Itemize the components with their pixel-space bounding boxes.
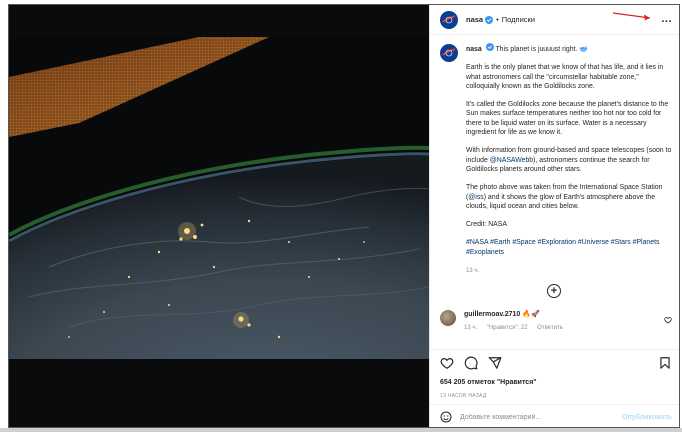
header-username[interactable]: nasa [466,15,483,24]
post-modal: nasa • Подписки ... nasa This planet is … [8,4,680,428]
emoji-icon[interactable] [440,411,452,423]
nasa-logo-icon[interactable] [440,10,458,29]
caption-username[interactable]: nasa [466,46,482,53]
caption-paragraph-3: With information from ground-based and s… [466,146,672,174]
comment-input[interactable] [460,413,622,421]
earth-from-iss-image [9,37,429,359]
photo-panel [9,5,429,427]
caption-paragraph-4: The photo above was taken from the Inter… [466,183,672,211]
share-icon[interactable] [488,356,502,370]
add-comment-bar: Опубликовать [430,404,679,427]
likes-count[interactable]: 654 205 отметок "Нравится" [440,379,537,386]
following-button[interactable]: Подписки [502,15,535,24]
post-timestamp: 13 ЧАСОВ НАЗАД [440,393,487,399]
commenter-username[interactable]: guillermoav.2710 [464,311,520,318]
heart-icon[interactable] [440,356,454,370]
post-photo[interactable] [9,37,429,359]
window-bottom-edge [0,428,682,432]
caption-text: nasa This planet is juuuust right. 🥣 Ear… [466,43,672,276]
comment-meta: 13 ч. "Нравится": 22 Ответить [464,325,571,331]
comment-icon[interactable] [464,356,478,370]
iss-mention-link[interactable]: @iss [468,194,483,201]
caption-area: nasa This planet is juuuust right. 🥣 Ear… [430,43,679,299]
caption-paragraph-4-end: ) and it shows the glow of Earth's atmos… [466,193,656,210]
load-more-comments-button[interactable]: + [547,284,561,298]
caption-credit: Credit: NASA [466,221,507,229]
commenter-line: guillermoav.2710 🔥🚀 [464,310,540,318]
post-side-panel: nasa • Подписки ... nasa This planet is … [429,5,679,427]
comment-text: 🔥🚀 [522,311,540,318]
separator-dot: • [496,15,499,24]
more-options-icon[interactable]: ... [661,13,672,25]
action-bar [430,349,679,375]
comment-reply-button[interactable]: Ответить [537,325,563,331]
commenter-avatar[interactable] [440,310,456,326]
caption-time: 13 ч. [466,268,480,275]
comment-item: guillermoav.2710 🔥🚀 13 ч. "Нравится": 22… [440,308,672,336]
heart-icon[interactable] [664,316,672,324]
verified-badge-icon [485,15,494,24]
nasa-logo-icon[interactable] [440,44,458,62]
verified-badge-icon [485,43,494,51]
comment-time: 13 ч. [464,325,478,331]
nasawebb-mention-link[interactable]: @NASAWebb [490,157,533,164]
bookmark-icon[interactable] [658,356,672,370]
hashtags-link[interactable]: #NASA #Earth #Space #Exploration #Univer… [466,238,672,257]
caption: nasa This planet is juuuust right. 🥣 Ear… [440,43,672,276]
caption-paragraph-1: Earth is the only planet that we know of… [466,64,664,90]
comment-likes-count[interactable]: "Нравится": 22 [487,325,528,331]
annotation-arrow-icon [612,12,651,21]
caption-intro: nasa This planet is juuuust right. 🥣 [466,43,672,54]
caption-intro-text: This planet is juuuust right. 🥣 [495,46,588,53]
caption-paragraph-2: It's called the Goldilocks zone because … [466,101,669,137]
publish-button[interactable]: Опубликовать [622,414,672,421]
